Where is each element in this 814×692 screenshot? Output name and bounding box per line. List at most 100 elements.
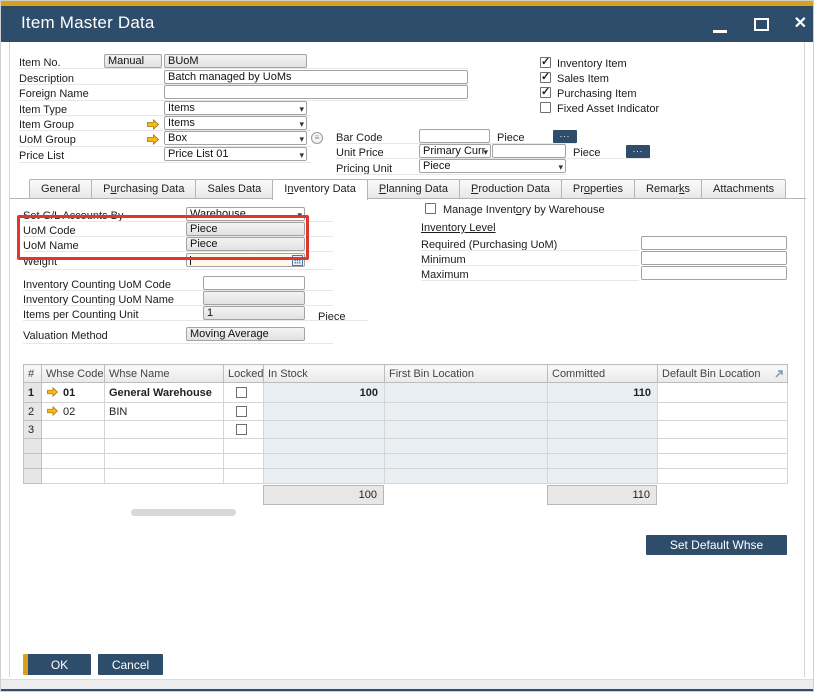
divider [19,130,311,131]
link-arrow-icon[interactable] [46,406,60,417]
uom-name-field: Piece [186,237,305,251]
item-no-field[interactable]: BUoM [164,54,307,68]
table-row-empty [24,454,788,469]
inventory-item-checkbox[interactable] [540,57,551,68]
col-in-stock[interactable]: In Stock [264,365,385,383]
bar-code-more-button[interactable]: ... [553,130,577,143]
manage-inventory-checkbox[interactable] [425,203,436,214]
row-number-cell[interactable]: 1 [24,383,42,403]
tab-purchasing-data[interactable]: Purchasing Data [91,179,196,198]
tab-production-data[interactable]: Production Data [459,179,562,198]
in-stock-cell [264,421,385,439]
whse-code-cell[interactable]: 02 [42,403,105,421]
unit-price-field[interactable] [492,144,566,158]
tab-general[interactable]: General [29,179,92,198]
pricing-unit-select[interactable]: Piece [419,159,566,173]
whse-code-cell[interactable] [42,421,105,439]
tab-inventory-data[interactable]: Inventory Data [272,179,368,200]
maximize-icon[interactable] [754,18,769,31]
window-footer-strip [1,679,814,689]
col-committed[interactable]: Committed [548,365,658,383]
col-whse-code[interactable]: Whse Code [42,365,105,383]
inventory-item-label: Inventory Item [557,58,627,70]
default-bin-cell[interactable] [658,403,788,421]
unit-price-currency-select[interactable]: Primary Curr [419,144,491,158]
locked-checkbox[interactable] [236,424,247,435]
calculator-grid-icon[interactable] [292,255,303,267]
horizontal-scrollbar[interactable] [131,509,236,516]
tab-planning-data[interactable]: Planning Data [367,179,460,198]
col-row-number[interactable]: # [24,365,42,383]
set-default-whse-button[interactable]: Set Default Whse [646,535,787,555]
cancel-button[interactable]: Cancel [98,654,163,675]
divider [336,158,651,159]
purchasing-item-checkbox[interactable] [540,87,551,98]
tab-remarks[interactable]: Remarks [634,179,702,198]
window-left-border [9,42,10,677]
sales-item-checkbox[interactable] [540,72,551,83]
whse-name-cell[interactable]: BIN [105,403,224,421]
expand-table-icon[interactable] [773,368,785,383]
warehouse-table: # Whse Code Whse Name Locked In Stock Fi… [23,364,788,484]
tab-attachments[interactable]: Attachments [701,179,786,198]
item-type-select[interactable]: Items [164,101,307,115]
list-detail-icon[interactable]: ≡ [311,132,323,144]
col-first-bin[interactable]: First Bin Location [385,365,548,383]
locked-checkbox[interactable] [236,406,247,417]
tab-bar: General Purchasing Data Sales Data Inven… [10,179,806,199]
default-bin-cell[interactable] [658,421,788,439]
uom-group-select[interactable]: Box [164,131,307,145]
counting-uom-code-field[interactable] [203,276,305,290]
fixed-asset-label: Fixed Asset Indicator [557,103,659,115]
divider [23,221,333,222]
link-arrow-icon[interactable] [146,132,160,143]
whse-name-cell[interactable]: General Warehouse [105,383,224,403]
gl-accounts-select[interactable]: Warehouse [186,207,305,221]
minimum-field[interactable] [641,251,787,265]
first-bin-cell [385,421,548,439]
divider [19,115,311,116]
divider [336,174,566,175]
unit-price-more-button[interactable]: ... [626,145,650,158]
divider [23,269,333,270]
default-bin-cell[interactable] [658,383,788,403]
whse-name-cell[interactable] [105,421,224,439]
item-no-mode-field[interactable]: Manual [104,54,162,68]
link-arrow-icon[interactable] [46,387,60,398]
row-number-cell[interactable]: 2 [24,403,42,421]
col-whse-name[interactable]: Whse Name [105,365,224,383]
tab-properties[interactable]: Properties [561,179,635,198]
item-group-select[interactable]: Items [164,116,307,130]
divider [19,162,311,163]
manage-inventory-label: Manage Inventory by Warehouse [443,204,605,216]
minimize-icon[interactable] [713,30,727,33]
committed-cell [548,403,658,421]
tab-sales-data[interactable]: Sales Data [195,179,273,198]
col-locked[interactable]: Locked [224,365,264,383]
ok-button[interactable]: OK [23,654,91,675]
close-icon[interactable]: ✕ [794,13,807,35]
maximum-field[interactable] [641,266,787,280]
valuation-method-field: Moving Average [186,327,305,341]
locked-cell[interactable] [224,421,264,439]
locked-checkbox[interactable] [236,387,247,398]
divider [336,143,576,144]
weight-field[interactable] [186,253,305,267]
col-default-bin[interactable]: Default Bin Location [658,365,788,383]
divider [19,84,468,85]
text-cursor [190,256,191,265]
bar-code-field[interactable] [419,129,490,143]
first-bin-cell [385,403,548,421]
required-field[interactable] [641,236,787,250]
row-number-cell[interactable]: 3 [24,421,42,439]
fixed-asset-checkbox[interactable] [540,102,551,113]
locked-cell[interactable] [224,403,264,421]
whse-code-cell[interactable]: 01 [42,383,105,403]
link-arrow-icon[interactable] [146,117,160,128]
title-bar[interactable]: Item Master Data ✕ [1,6,814,42]
locked-cell[interactable] [224,383,264,403]
foreign-name-field[interactable] [164,85,468,99]
description-field[interactable]: Batch managed by UoMs [164,70,468,84]
price-list-select[interactable]: Price List 01 [164,147,307,161]
table-row-empty [24,439,788,454]
